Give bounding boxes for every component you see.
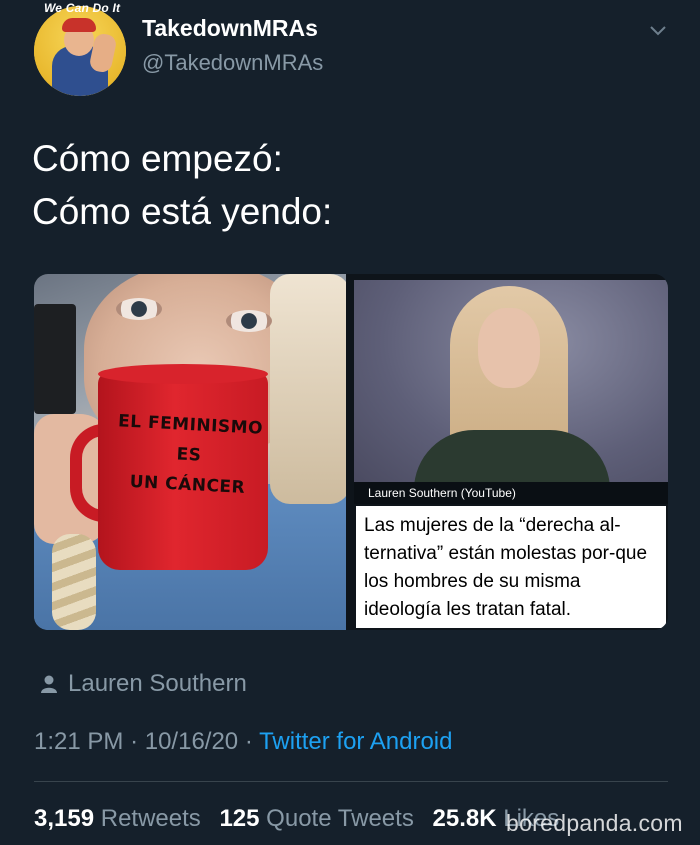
chevron-down-icon[interactable] (648, 20, 668, 40)
tweet-stats: 3,159 Retweets 125 Quote Tweets 25.8K Li… (34, 805, 559, 833)
retweets-count: 3,159 (34, 805, 95, 832)
image-braid (52, 534, 96, 630)
image-hair (270, 274, 346, 504)
avatar-caption: We Can Do It (44, 1, 121, 15)
tagged-person[interactable]: Lauren Southern (40, 670, 247, 698)
still-face (478, 308, 540, 388)
image-eye-right (226, 310, 272, 332)
quote-tweets-label: Quote Tweets (266, 805, 414, 832)
media-image-right[interactable]: Lauren Southern (YouTube) Las mujeres de… (354, 274, 668, 630)
avatar-figure-scarf (62, 18, 96, 32)
person-icon (41, 675, 57, 693)
quote-tweets-stat[interactable]: 125 Quote Tweets (219, 805, 413, 832)
tweet-text: Cómo empezó: Cómo está yendo: (32, 132, 332, 238)
tweet-text-line-2: Cómo está yendo: (32, 191, 333, 232)
tweet-text-line-1: Cómo empezó: (32, 138, 283, 179)
tweet-meta: 1:21 PM · 10/16/20 · Twitter for Android (34, 728, 452, 756)
video-caption: Lauren Southern (YouTube) (354, 482, 668, 504)
quote-tweets-count: 125 (219, 805, 260, 832)
retweets-stat[interactable]: 3,159 Retweets (34, 805, 201, 832)
tweet-source-link[interactable]: Twitter for Android (259, 728, 452, 755)
display-name[interactable]: TakedownMRAs (142, 15, 318, 42)
mug-rim (98, 364, 268, 384)
watermark: boredpanda.com (506, 810, 683, 836)
likes-count: 25.8K (432, 805, 497, 832)
tweet-media[interactable]: EL FEMINISMO ES UN CÁNCER Lauren Souther… (34, 274, 668, 630)
meta-separator-2: · (244, 728, 253, 755)
mug-text: EL FEMINISMO ES UN CÁNCER (102, 406, 276, 505)
media-image-left[interactable]: EL FEMINISMO ES UN CÁNCER (34, 274, 346, 630)
divider (34, 781, 668, 782)
news-headline-text: Las mujeres de la “derecha al-ternativa”… (356, 506, 666, 628)
video-still (354, 280, 668, 486)
image-phone (34, 304, 76, 414)
still-top (414, 430, 610, 486)
tagged-person-name[interactable]: Lauren Southern (68, 670, 247, 698)
user-handle[interactable]: @TakedownMRAs (142, 50, 323, 76)
retweets-label: Retweets (100, 805, 201, 832)
tweet-time[interactable]: 1:21 PM (34, 728, 123, 755)
image-eye-left (116, 298, 162, 320)
profile-avatar[interactable] (34, 6, 126, 96)
tweet-date[interactable]: 10/16/20 (145, 728, 238, 755)
meta-separator-1: · (130, 728, 139, 755)
